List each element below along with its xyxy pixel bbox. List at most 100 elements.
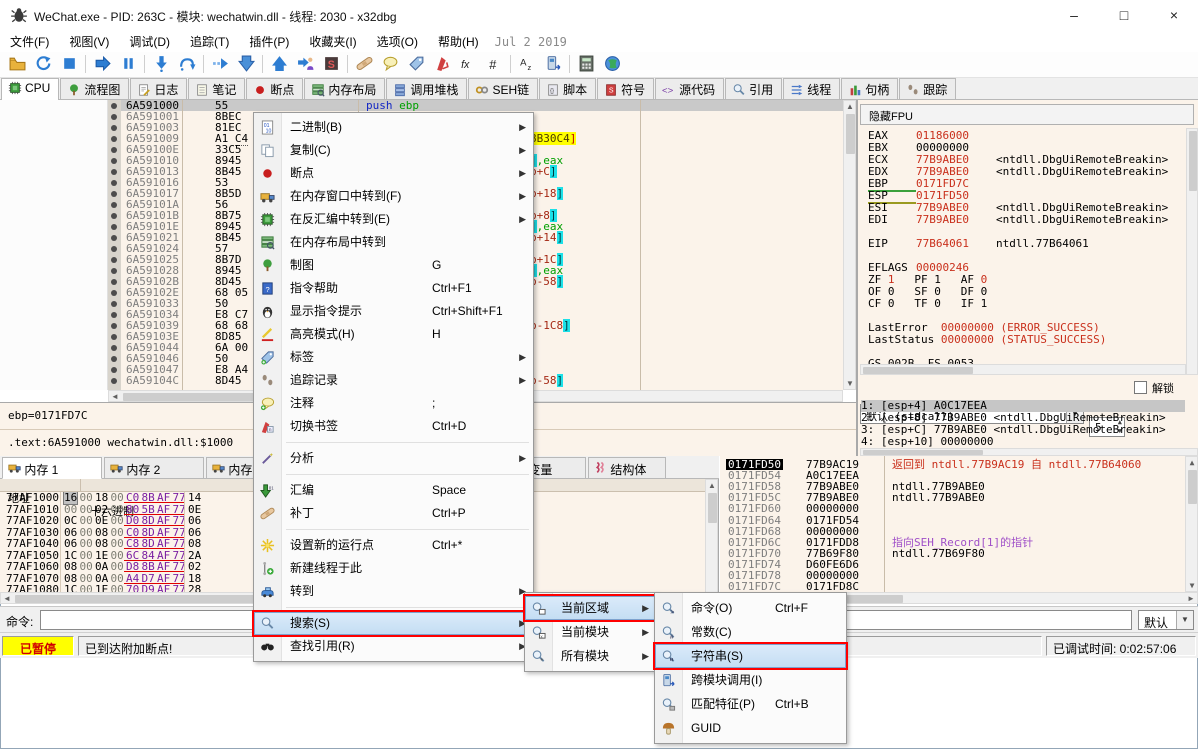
stack-row[interactable]: 0171FD5077B9AC19返回到 ntdll.77B9AC19 自 ntd… xyxy=(720,459,1198,470)
menubar-options[interactable]: 选项(O) xyxy=(367,30,428,53)
context-menu-follow-in-memmap[interactable]: 在内存布局中转到 xyxy=(254,231,533,254)
toolbar-step-down-button[interactable] xyxy=(233,52,259,76)
submenu-string-references[interactable]: “字符串(S) xyxy=(655,644,846,668)
tab-threads[interactable]: 线程 xyxy=(783,78,840,99)
submenu-current-region[interactable]: 当前区域▶ xyxy=(525,596,656,620)
context-menu-search[interactable]: 搜索(S)▶ xyxy=(254,612,533,635)
tab-log[interactable]: 日志 xyxy=(130,78,187,99)
instruction-dot[interactable] xyxy=(111,235,117,241)
toolbar-comments-button[interactable] xyxy=(377,52,403,76)
tab-references[interactable]: 引用 xyxy=(725,78,782,99)
submenu-pattern[interactable]: 匹配特征(P)Ctrl+B xyxy=(655,692,846,716)
command-profile-select[interactable]: 默认 ▼ xyxy=(1138,610,1194,630)
tab-script[interactable]: {}脚本 xyxy=(539,78,596,99)
dump-vscrollbar[interactable]: ▲ ▼ xyxy=(705,479,718,602)
toolbar-patch-button[interactable] xyxy=(351,52,377,76)
context-menu-copy[interactable]: 复制(C)▶ xyxy=(254,139,533,162)
toolbar-step-into-button[interactable] xyxy=(148,52,174,76)
stack-row[interactable]: 0171FD7800000000 xyxy=(720,570,1198,581)
arguments-hscrollbar[interactable] xyxy=(860,448,1198,456)
context-menu-goto[interactable]: 转到▶ xyxy=(254,580,533,603)
tab-memory-map[interactable]: 内存布局 xyxy=(304,78,385,99)
toolbar-stop-button[interactable] xyxy=(56,52,82,76)
context-menu-assemble[interactable]: 01汇编Space xyxy=(254,479,533,502)
menubar-plugins[interactable]: 插件(P) xyxy=(239,30,299,53)
stack-row[interactable]: 0171FD7077B69F80ntdll.77B69F80 xyxy=(720,548,1198,559)
instruction-dot[interactable] xyxy=(111,180,117,186)
instruction-dot[interactable] xyxy=(111,367,117,373)
instruction-dot[interactable] xyxy=(111,378,117,384)
context-menu-trace-record[interactable]: 追踪记录▶ xyxy=(254,369,533,392)
register-row[interactable]: CF 0 TF 0 IF 1 xyxy=(868,298,987,310)
toolbar-restart-button[interactable] xyxy=(30,52,56,76)
toolbar-hash-button[interactable]: # xyxy=(481,52,507,76)
toolbar-functions-button[interactable]: fx xyxy=(455,52,481,76)
instruction-dot[interactable] xyxy=(111,290,117,296)
instruction-dot[interactable] xyxy=(111,191,117,197)
register-row[interactable]: LastStatus 00000000 (STATUS_SUCCESS) xyxy=(868,334,1106,346)
registers-hscrollbar[interactable] xyxy=(860,364,1186,375)
context-menu-patch[interactable]: 补丁Ctrl+P xyxy=(254,502,533,525)
tab-handles[interactable]: 句柄 xyxy=(841,78,898,99)
tab-cpu[interactable]: CPU xyxy=(1,78,59,100)
context-menu-set-new-origin[interactable]: 设置新的运行点Ctrl+* xyxy=(254,534,533,557)
disasm-vscrollbar[interactable]: ▲ ▼ xyxy=(843,100,856,390)
submenu-guid[interactable]: GUID xyxy=(655,716,846,740)
stack-row[interactable]: 0171FD7C0171FD8C xyxy=(720,581,1198,592)
breakpoint-gutter[interactable] xyxy=(108,100,121,390)
context-menu-comment[interactable]: 注释; xyxy=(254,392,533,415)
menubar-debug[interactable]: 调试(D) xyxy=(119,30,180,53)
instruction-dot[interactable] xyxy=(111,279,117,285)
dump-tab-dump-2[interactable]: 内存 2 xyxy=(104,457,204,479)
submenu-intermodular-calls[interactable]: 跨模块调用(I) xyxy=(655,668,846,692)
menubar-help[interactable]: 帮助(H) xyxy=(428,30,489,53)
menubar-favourites[interactable]: 收藏夹(I) xyxy=(299,30,366,53)
submenu-current-module[interactable]: x当前模块▶ xyxy=(525,620,656,644)
toolbar-scylla-button[interactable]: S xyxy=(318,52,344,76)
toolbar-step-over-button[interactable] xyxy=(174,52,200,76)
tab-breakpoints[interactable]: 断点 xyxy=(246,78,303,99)
context-menu-new-thread-here[interactable]: 新建线程于此 xyxy=(254,557,533,580)
context-menu-label[interactable]: 标签▶ xyxy=(254,346,533,369)
instruction-dot[interactable] xyxy=(111,312,117,318)
instruction-dot[interactable] xyxy=(111,158,117,164)
menubar-view[interactable]: 视图(V) xyxy=(59,30,119,53)
instruction-dot[interactable] xyxy=(111,345,117,351)
toolbar-run-to-user-button[interactable] xyxy=(292,52,318,76)
instruction-dot[interactable] xyxy=(111,323,117,329)
stack-row[interactable]: 0171FD74D60FE6D6 xyxy=(720,559,1198,570)
toolbar-calculator-button[interactable] xyxy=(573,52,599,76)
instruction-dot[interactable] xyxy=(111,301,117,307)
submenu-all-modules[interactable]: *所有模块▶ xyxy=(525,644,656,668)
context-menu-toggle-bookmark[interactable]: n切换书签Ctrl+D xyxy=(254,415,533,438)
stack-row[interactable]: 0171FD6000000000 xyxy=(720,503,1198,514)
instruction-dot[interactable] xyxy=(111,257,117,263)
maximize-button[interactable]: □ xyxy=(1102,0,1146,30)
context-menu-analysis[interactable]: 分析▶ xyxy=(254,447,533,470)
dump-tab-struct[interactable]: 结构体 xyxy=(588,457,666,479)
instruction-dot[interactable] xyxy=(111,268,117,274)
hide-fpu-button[interactable]: 隐藏FPU xyxy=(860,104,1194,125)
instruction-dot[interactable] xyxy=(111,169,117,175)
context-menu-highlight-mode[interactable]: 高亮模式(H)H xyxy=(254,323,533,346)
instruction-dot[interactable] xyxy=(111,334,117,340)
tab-notes[interactable]: 笔记 xyxy=(188,78,245,99)
instruction-dot[interactable] xyxy=(111,202,117,208)
tab-graph[interactable]: 流程图 xyxy=(60,78,129,99)
unlock-checkbox[interactable] xyxy=(1134,381,1147,394)
context-menu-binary[interactable]: 0110二进制(B)▶ xyxy=(254,116,533,139)
toolbar-run-trace-button[interactable] xyxy=(207,52,233,76)
stack-row[interactable]: 0171FD5C77B9ABE0ntdll.77B9ABE0 xyxy=(720,492,1198,503)
tab-source[interactable]: <>源代码 xyxy=(655,78,724,99)
argument-row[interactable]: 4: [esp+10] 00000000 xyxy=(861,436,1185,448)
instruction-dot[interactable] xyxy=(111,136,117,142)
tab-call-stack[interactable]: 调用堆栈 xyxy=(386,78,467,99)
instruction-dot[interactable] xyxy=(111,224,117,230)
context-menu-mnemonic-brief[interactable]: 显示指令提示Ctrl+Shift+F1 xyxy=(254,300,533,323)
instruction-dot[interactable] xyxy=(111,125,117,131)
toolbar-run-button[interactable] xyxy=(89,52,115,76)
toolbar-modules-button[interactable] xyxy=(540,52,566,76)
menubar-trace[interactable]: 追踪(T) xyxy=(180,30,239,53)
context-menu-breakpoint[interactable]: 断点▶ xyxy=(254,162,533,185)
tab-seh[interactable]: SEH链 xyxy=(468,78,538,99)
